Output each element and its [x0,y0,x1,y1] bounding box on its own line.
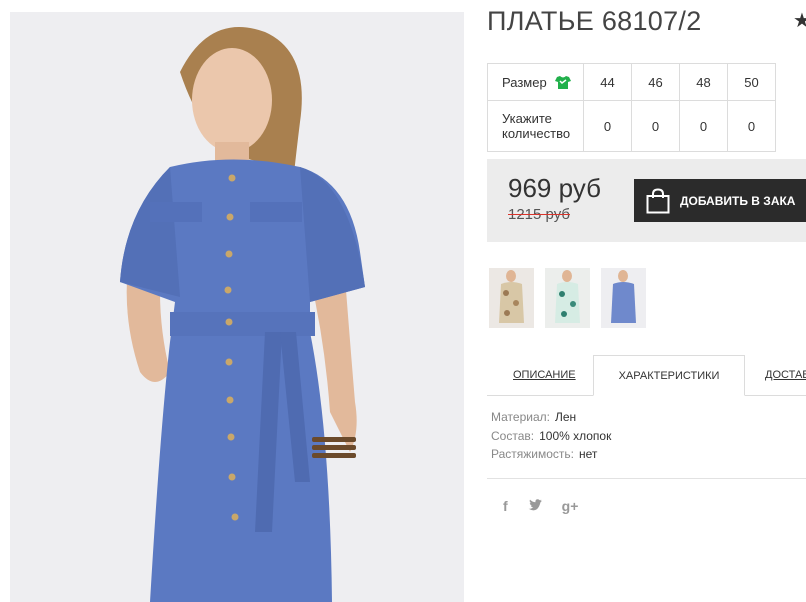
quantity-input-46[interactable]: 0 [631,100,680,152]
spec-key: Материал: [491,410,550,424]
spec-key: Состав: [491,428,535,443]
current-price: 969 руб [508,173,601,203]
product-photo[interactable] [10,12,464,602]
tab-description[interactable]: ОПИСАНИЕ [513,355,576,395]
quantity-label-line2: количество [502,126,571,141]
thumbnail-3[interactable] [601,268,646,328]
tab-characteristics[interactable]: ХАРАКТЕРИСТИКИ [593,355,745,396]
spec-value: Лен [554,410,577,424]
quantity-label-line1: Укажите [502,111,552,126]
add-to-cart-button[interactable]: ДОБАВИТЬ В ЗАКА [634,179,806,222]
spec-row: Состав: 100% хлопок [491,429,611,448]
quantity-input-44[interactable]: 0 [583,100,632,152]
size-option-44[interactable]: 44 [583,63,632,101]
thumbnail-2[interactable] [545,268,590,328]
specs-list: Материал: Лен Состав: 100% хлопок Растяжим… [491,410,611,466]
size-option-46[interactable]: 46 [631,63,680,101]
quantity-row-label: Укажите количество [487,100,584,152]
quantity-input-48[interactable]: 0 [679,100,728,152]
size-label-text: Размер [502,74,547,90]
divider [487,478,806,479]
spec-value: 100% хлопок [539,428,612,443]
spec-row: Растяжимость: нет [491,447,611,466]
tab-delivery[interactable]: ДОСТАВ [765,355,806,395]
quantity-input-50[interactable]: 0 [727,100,776,152]
add-to-cart-label: ДОБАВИТЬ В ЗАКА [680,193,796,208]
shopping-bag-icon [646,187,670,214]
google-plus-icon[interactable]: g+ [562,498,579,514]
spec-key: Растяжимость: [491,447,575,461]
size-row-label: Размер [487,63,584,101]
size-option-48[interactable]: 48 [679,63,728,101]
size-table: Размер 44 46 48 50 Укажите количество 0 … [487,63,776,152]
price-box: 969 руб 1215 руб ДОБАВИТЬ В ЗАКА [487,159,806,242]
thumbnail-list [489,268,646,328]
thumbnail-1[interactable] [489,268,534,328]
spec-value: нет [579,447,598,461]
product-title: ПЛАТЬЕ 68107/2 [487,6,702,36]
star-icon[interactable]: ★ [793,8,806,33]
spec-row: Материал: Лен [491,410,611,429]
tshirt-icon [554,75,571,89]
twitter-icon[interactable] [528,498,542,514]
old-price: 1215 руб [508,206,570,223]
social-share: f g+ [503,498,578,514]
tab-bar: ОПИСАНИЕ ХАРАКТЕРИСТИКИ ДОСТАВ [487,355,806,396]
facebook-icon[interactable]: f [503,498,508,514]
size-option-50[interactable]: 50 [727,63,776,101]
model-illustration [10,12,464,602]
